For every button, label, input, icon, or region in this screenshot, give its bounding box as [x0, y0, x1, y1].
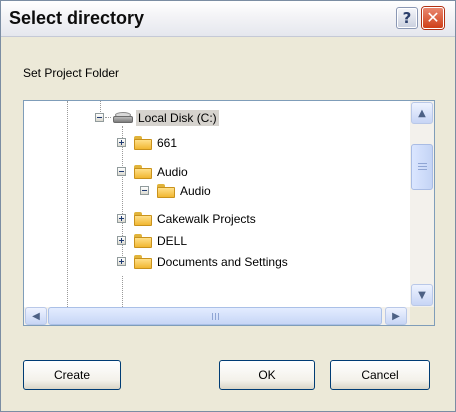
tree-item-local-disk[interactable]: Local Disk (C:) [24, 108, 410, 128]
close-icon: ✕ [426, 8, 440, 27]
thumb-grip [418, 169, 427, 170]
tree-item-label: Local Disk (C:) [136, 110, 219, 126]
folder-icon [134, 234, 152, 248]
folder-icon [134, 212, 152, 226]
thumb-grip [218, 313, 219, 320]
tree-item-documents-and-settings[interactable]: Documents and Settings [24, 252, 410, 272]
chevron-right-icon: ▶ [392, 310, 400, 322]
tree-item-label: Cakewalk Projects [157, 212, 256, 226]
scrollbar-corner [410, 307, 434, 325]
tree-item-label: Audio [157, 165, 188, 179]
scroll-up-button[interactable]: ▲ [411, 102, 433, 124]
folder-icon [134, 136, 152, 150]
chevron-up-icon: ▲ [418, 107, 426, 119]
dialog-title: Select directory [9, 8, 145, 28]
tree-item-dell[interactable]: DELL [24, 231, 410, 251]
create-button[interactable]: Create [23, 360, 121, 390]
title-bar[interactable]: Select directory ? ✕ [1, 1, 455, 37]
tree-guide-line [67, 101, 68, 307]
tree-guide-line [122, 276, 123, 307]
tree-item-label: Audio [180, 184, 211, 198]
expand-toggle-icon[interactable] [117, 138, 126, 147]
expand-toggle-icon[interactable] [117, 257, 126, 266]
select-directory-dialog: Select directory ? ✕ Set Project Folder … [0, 0, 456, 412]
scroll-right-button[interactable]: ▶ [385, 307, 407, 325]
close-button[interactable]: ✕ [422, 7, 444, 29]
tree-item-661[interactable]: 661 [24, 133, 410, 153]
vertical-scrollbar[interactable]: ▲ ▼ [410, 101, 434, 307]
scroll-down-button[interactable]: ▼ [411, 284, 433, 306]
scroll-left-button[interactable]: ◀ [25, 307, 47, 325]
help-icon: ? [402, 8, 412, 27]
collapse-toggle-icon[interactable] [117, 167, 126, 176]
vertical-scroll-thumb[interactable] [411, 144, 433, 190]
thumb-grip [215, 313, 216, 320]
folder-icon [134, 165, 152, 179]
thumb-grip [212, 313, 213, 320]
thumb-grip [418, 166, 427, 167]
tree-item-audio[interactable]: Audio [24, 162, 410, 182]
expand-toggle-icon[interactable] [117, 236, 126, 245]
chevron-left-icon: ◀ [32, 310, 40, 322]
folder-icon [157, 184, 175, 198]
prompt-label: Set Project Folder [23, 66, 120, 80]
expand-toggle-icon[interactable] [117, 214, 126, 223]
thumb-grip [418, 163, 427, 164]
collapse-toggle-icon[interactable] [95, 113, 104, 122]
tree-item-label: 661 [157, 136, 178, 150]
horizontal-scrollbar[interactable]: ◀ ▶ [24, 307, 410, 325]
chevron-down-icon: ▼ [418, 289, 426, 301]
ok-button[interactable]: OK [219, 360, 315, 390]
tree-item-cakewalk-projects[interactable]: Cakewalk Projects [24, 209, 410, 229]
cancel-button[interactable]: Cancel [330, 360, 430, 390]
tree-item-label: DELL [157, 234, 188, 248]
folder-icon [134, 255, 152, 269]
tree-item-label: Documents and Settings [157, 255, 288, 269]
horizontal-scroll-thumb[interactable] [48, 307, 382, 325]
collapse-toggle-icon[interactable] [140, 186, 149, 195]
tree-connector [105, 117, 111, 118]
help-button[interactable]: ? [396, 7, 418, 29]
tree-item-audio-child[interactable]: Audio [24, 181, 410, 201]
hard-drive-icon [113, 112, 133, 124]
folder-tree[interactable]: Local Disk (C:) 661 Audio Audio Cakewalk… [23, 100, 435, 326]
